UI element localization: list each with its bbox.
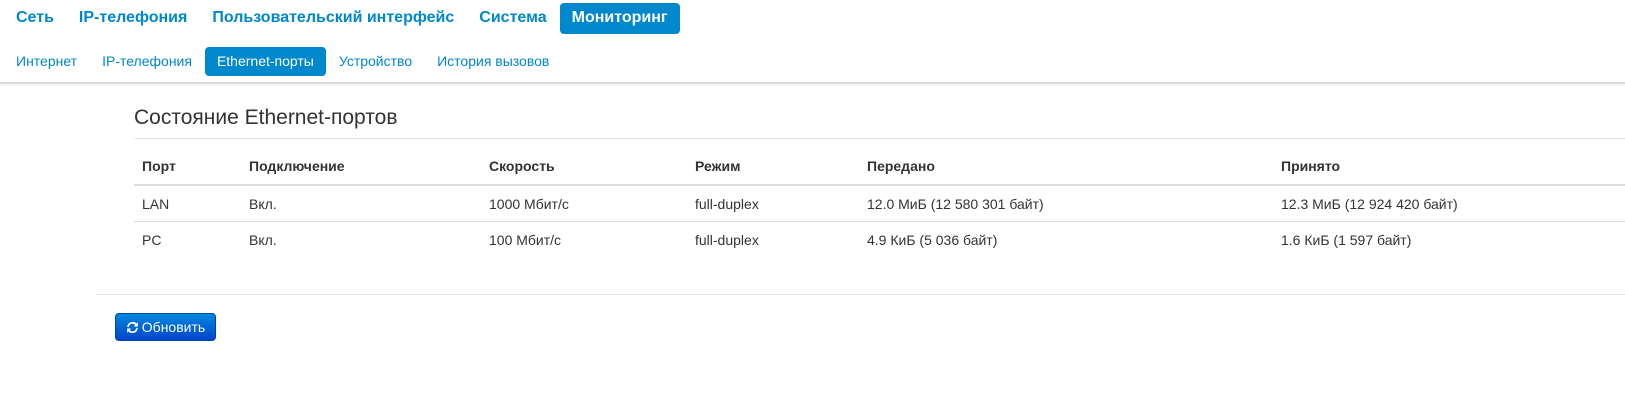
tab-call-history[interactable]: История вызовов (425, 47, 561, 76)
tab-device[interactable]: Устройство (327, 47, 424, 76)
menu-user-interface[interactable]: Пользовательский интерфейс (200, 3, 466, 34)
menu-ip-telephony[interactable]: IP-телефония (67, 3, 199, 34)
cell-port: PC (134, 221, 241, 257)
refresh-icon (126, 321, 139, 334)
ethernet-ports-table: Порт Подключение Скорость Режим Передано… (134, 148, 1625, 257)
column-header-received: Принято (1273, 148, 1625, 186)
title-divider (134, 138, 1625, 139)
column-header-transmitted: Передано (859, 148, 1273, 186)
cell-received: 1.6 КиБ (1 597 байт) (1273, 221, 1625, 257)
cell-mode: full-duplex (695, 195, 759, 212)
column-header-port: Порт (134, 148, 241, 186)
cell-transmitted: 12.0 МиБ (12 580 301 байт) (867, 195, 1044, 212)
refresh-button[interactable]: Обновить (115, 313, 216, 341)
table-row: LAN Вкл. 1000 Мбит/с full-duplex 12.0 Ми… (134, 185, 1625, 222)
menu-system[interactable]: Система (467, 3, 558, 34)
main-menu: Сеть IP-телефония Пользовательский интер… (0, 3, 681, 34)
table-row: PC Вкл. 100 Мбит/с full-duplex 4.9 КиБ (… (134, 221, 1625, 257)
sub-menu: Интернет IP-телефония Ethernet-порты Уст… (0, 46, 562, 76)
column-header-speed: Скорость (481, 148, 687, 186)
section-title: Состояние Ethernet-портов (134, 106, 398, 129)
tab-internet[interactable]: Интернет (0, 47, 89, 76)
cell-speed: 1000 Мбит/с (489, 195, 569, 212)
cell-speed: 100 Мбит/с (481, 221, 687, 257)
form-actions-divider (96, 294, 1625, 295)
table-header-row: Порт Подключение Скорость Режим Передано… (134, 148, 1625, 186)
menu-network[interactable]: Сеть (0, 3, 66, 34)
tab-ethernet-ports[interactable]: Ethernet-порты (204, 46, 326, 76)
menu-monitoring[interactable]: Мониторинг (559, 3, 680, 34)
refresh-button-label: Обновить (141, 319, 206, 335)
cell-mode: full-duplex (687, 221, 859, 257)
cell-received: 12.3 МиБ (12 924 420 байт) (1281, 195, 1458, 212)
column-header-mode: Режим (687, 148, 859, 186)
tab-ip-telephony[interactable]: IP-телефония (90, 47, 204, 76)
cell-transmitted: 4.9 КиБ (5 036 байт) (859, 221, 1273, 257)
cell-connection: Вкл. (241, 221, 481, 257)
column-header-connection: Подключение (241, 148, 481, 186)
cell-connection: Вкл. (249, 195, 277, 212)
nav-divider (0, 82, 1625, 84)
cell-port: LAN (142, 195, 170, 212)
